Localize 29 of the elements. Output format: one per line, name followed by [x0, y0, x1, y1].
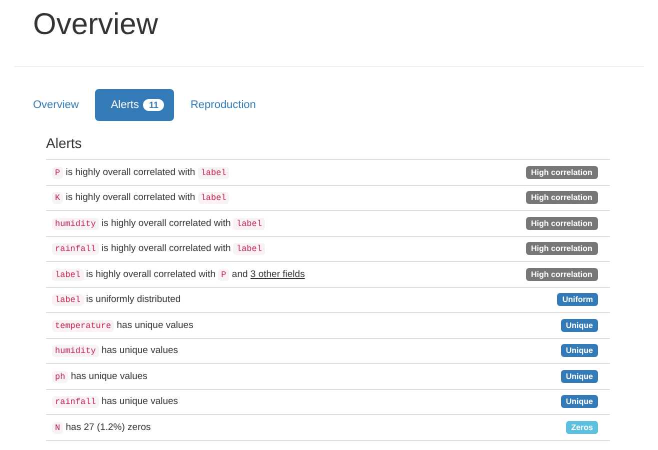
alert-badge: High correlation [526, 242, 598, 256]
alert-badge: Zeros [566, 420, 598, 434]
alert-badge: Unique [560, 344, 598, 358]
section-heading: Alerts [46, 135, 83, 151]
alert-message: label is highly overall correlated with P and 3 other fields [52, 268, 305, 280]
tab[interactable]: Reproduction [176, 89, 270, 121]
alert-message: rainfall is highly overall correlated with label [52, 243, 265, 254]
alert-message: P is highly overall correlated with label [52, 166, 230, 178]
tab[interactable]: Overview [29, 89, 93, 121]
alert-message: temperature has unique values [52, 320, 194, 331]
fields-link[interactable]: 3 other fields [250, 268, 305, 280]
alert-message: ph has unique values [52, 370, 148, 382]
tab[interactable]: Alerts 11 [94, 89, 174, 121]
alert-badge: Unique [560, 318, 598, 332]
page-title: Overview [32, 7, 160, 43]
alert-badge: High correlation [526, 216, 598, 230]
alert-badge: High correlation [526, 191, 598, 204]
alert-message: N has 27 (1.2%) zeros [52, 422, 151, 433]
alert-badge: Unique [560, 395, 598, 408]
alert-badge: Uniform [557, 293, 598, 306]
count-badge: 11 [142, 99, 164, 111]
alert-badge: High correlation [526, 166, 598, 179]
alert-message: rainfall has unique values [52, 396, 178, 408]
alert-message: humidity has unique values [52, 345, 178, 356]
alert-message: label is uniformly distributed [52, 294, 181, 306]
alert-message: humidity is highly overall correlated with label [52, 218, 265, 229]
alert-badge: Unique [560, 370, 598, 383]
alert-badge: High correlation [526, 268, 598, 281]
alert-message: K is highly overall correlated with label [52, 192, 230, 204]
